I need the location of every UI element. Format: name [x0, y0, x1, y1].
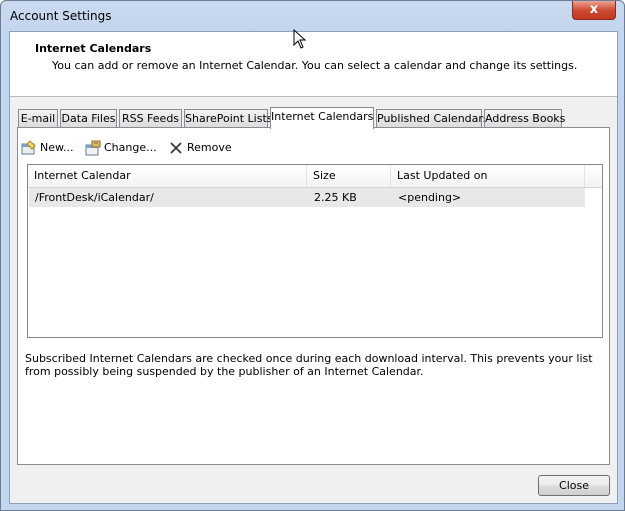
calendar-list[interactable]: Internet Calendar Size Last Updated on /…: [27, 164, 603, 338]
tab-email[interactable]: E-mail: [18, 109, 58, 127]
column-header-size[interactable]: Size: [307, 165, 391, 187]
mouse-pointer-icon: [293, 29, 307, 49]
title-bar[interactable]: Account Settings x: [1, 1, 624, 31]
remove-button[interactable]: Remove: [168, 139, 232, 157]
column-header-last-updated[interactable]: Last Updated on: [391, 165, 585, 187]
new-button-label: New...: [40, 141, 74, 154]
table-row[interactable]: /FrontDesk/iCalendar/ 2.25 KB <pending>: [29, 188, 585, 207]
close-button[interactable]: Close: [538, 475, 610, 496]
new-calendar-icon: [21, 140, 37, 156]
header-title: Internet Calendars: [35, 42, 152, 55]
change-button[interactable]: Change...: [85, 139, 157, 157]
tab-address-books[interactable]: Address Books: [484, 109, 565, 127]
size-cell: 2.25 KB: [314, 191, 357, 204]
change-button-label: Change...: [104, 141, 157, 154]
internet-calendars-panel: New... Change... Remove Internet Calenda…: [17, 127, 610, 465]
dialog-header: Internet Calendars You can add or remove…: [10, 32, 617, 97]
tab-rss-feeds[interactable]: RSS Feeds: [119, 109, 182, 127]
tab-data-files[interactable]: Data Files: [60, 109, 117, 127]
account-settings-window: Account Settings x Internet Calendars Yo…: [0, 0, 625, 511]
info-text: Subscribed Internet Calendars are checke…: [25, 352, 593, 378]
last-updated-cell: <pending>: [398, 191, 462, 204]
header-description: You can add or remove an Internet Calend…: [52, 59, 578, 72]
window-title: Account Settings: [10, 9, 112, 23]
tab-sharepoint-lists[interactable]: SharePoint Lists: [184, 109, 273, 127]
window-close-button[interactable]: x: [572, 1, 616, 20]
tab-internet-calendars[interactable]: Internet Calendars: [270, 107, 374, 129]
remove-button-label: Remove: [187, 141, 232, 154]
column-header-calendar[interactable]: Internet Calendar: [28, 165, 307, 187]
tab-published-calendars[interactable]: Published Calendars: [376, 109, 489, 127]
new-button[interactable]: New...: [21, 139, 73, 157]
list-header: Internet Calendar Size Last Updated on: [28, 165, 602, 188]
dialog-client-area: Internet Calendars You can add or remove…: [9, 31, 618, 504]
change-settings-icon: [85, 140, 101, 156]
calendar-path-cell: /FrontDesk/iCalendar/: [35, 191, 154, 204]
remove-x-icon: [168, 140, 184, 156]
